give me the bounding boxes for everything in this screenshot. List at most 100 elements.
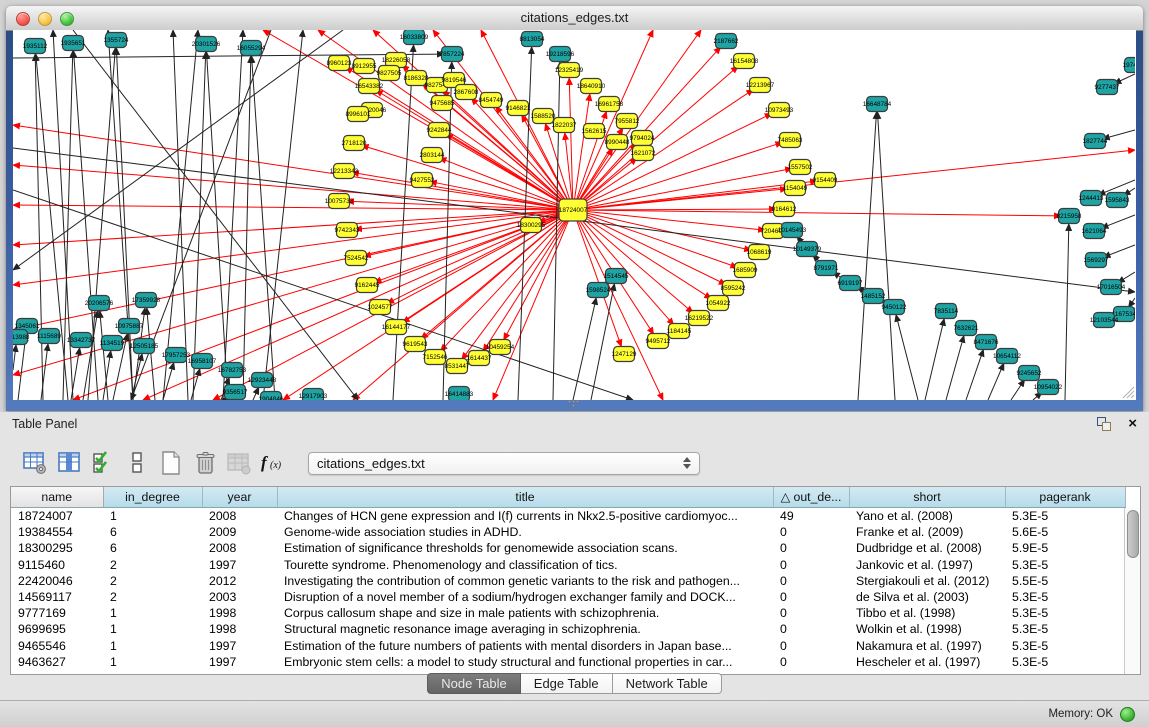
network-node[interactable]: 1485152 — [861, 289, 886, 304]
network-node[interactable]: 17016504 — [1097, 280, 1126, 295]
tab-network-table[interactable]: Network Table — [613, 673, 722, 694]
network-node[interactable]: 1068619 — [747, 245, 772, 260]
network-node[interactable]: 1974893 — [1123, 58, 1135, 73]
network-node[interactable]: 9356517 — [223, 385, 248, 400]
column-header-title[interactable]: title — [277, 487, 773, 508]
network-node[interactable]: 10973493 — [765, 103, 794, 118]
network-node[interactable]: 9277437 — [1095, 80, 1120, 95]
network-node[interactable]: 9742343 — [335, 223, 360, 238]
tab-edge-table[interactable]: Edge Table — [521, 673, 613, 694]
network-node[interactable]: 8996101 — [346, 107, 371, 122]
float-window-icon[interactable] — [1096, 416, 1114, 432]
network-node[interactable]: 1024577 — [368, 300, 393, 315]
network-node[interactable]: 10145493 — [778, 223, 807, 238]
network-node[interactable]: 1557502 — [788, 160, 813, 175]
table-row[interactable]: 1456911722003Disruption of a novel membe… — [11, 589, 1125, 605]
network-node[interactable]: 18640910 — [577, 79, 606, 94]
network-node[interactable]: 16154808 — [730, 54, 759, 69]
network-node[interactable]: 1614437 — [467, 351, 492, 366]
network-node[interactable]: 1054922 — [706, 296, 731, 311]
deselect-all-icon[interactable] — [122, 448, 152, 478]
network-node[interactable]: 2803144 — [420, 148, 445, 163]
scrollbar-thumb[interactable] — [1127, 510, 1139, 558]
function-builder-icon[interactable]: f(x) — [258, 448, 288, 478]
table-row[interactable]: 946554611997Estimation of the future num… — [11, 638, 1125, 654]
network-node[interactable]: 1935651 — [61, 36, 86, 51]
network-node[interactable]: 20301526 — [192, 37, 221, 52]
table-row[interactable]: 946362711997Embryonic stem cells: a mode… — [11, 654, 1125, 670]
network-node[interactable]: 17957253 — [162, 348, 191, 363]
network-node[interactable]: 2718120 — [342, 136, 367, 151]
table-row[interactable]: 1830029562008Estimation of significance … — [11, 540, 1125, 556]
network-node[interactable]: 1134519 — [100, 336, 125, 351]
network-node[interactable]: 10954022 — [1034, 380, 1063, 395]
network-node[interactable]: 17359928 — [132, 293, 161, 308]
column-header-short[interactable]: short — [849, 487, 1005, 508]
table-row[interactable]: 969969511998Structural magnetic resonanc… — [11, 621, 1125, 637]
network-canvas[interactable]: 1872400789601238912955182260589827505165… — [13, 30, 1135, 400]
network-node[interactable]: 8912955 — [352, 59, 377, 74]
table-column-settings-icon[interactable] — [20, 448, 50, 478]
network-node[interactable]: 19218596 — [546, 47, 575, 62]
network-node[interactable]: 1935112 — [23, 39, 48, 54]
delete-table-icon[interactable] — [190, 448, 220, 478]
network-node[interactable]: 9164612 — [772, 202, 797, 217]
table-row[interactable]: 911546021997Tourette syndrome. Phenomeno… — [11, 557, 1125, 573]
network-node[interactable]: 1184145 — [667, 324, 692, 339]
resize-grip-icon[interactable] — [1119, 383, 1135, 399]
network-node[interactable]: 1685909 — [733, 263, 758, 278]
network-node[interactable]: 12103544 — [1090, 313, 1119, 328]
split-divider-handle[interactable] — [566, 399, 580, 407]
network-node[interactable]: 1514545 — [604, 269, 629, 284]
network-node[interactable]: 8813054 — [520, 32, 545, 47]
network-node[interactable]: 10459254 — [486, 340, 515, 355]
network-node[interactable]: 12325419 — [555, 63, 584, 78]
network-node[interactable]: 9146821 — [506, 101, 531, 116]
network-node[interactable]: 2867608 — [454, 85, 479, 100]
network-node[interactable]: 7632621 — [954, 321, 979, 336]
network-node[interactable]: 1569297 — [1084, 253, 1109, 268]
network-node[interactable]: 1355724 — [104, 33, 129, 48]
column-header-name[interactable]: name — [11, 487, 103, 508]
network-node[interactable]: 9827505 — [377, 66, 402, 81]
network-node[interactable]: 7857224 — [440, 47, 465, 62]
network-node[interactable]: 7835114 — [934, 304, 959, 319]
column-header-year[interactable]: year — [202, 487, 277, 508]
column-header-pagerank[interactable]: pagerank — [1005, 487, 1125, 508]
network-node[interactable]: 18724007 — [559, 199, 588, 221]
network-node[interactable]: 12505185 — [130, 339, 159, 354]
network-node[interactable]: 9619543 — [403, 337, 428, 352]
network-node[interactable]: 12917903 — [299, 389, 328, 401]
column-header-in-degree[interactable]: in_degree — [103, 487, 202, 508]
network-node[interactable]: 16414883 — [445, 387, 474, 401]
network-node[interactable]: 1154049 — [783, 181, 808, 196]
column-header-out-de-[interactable]: △ out_de... — [773, 487, 849, 508]
table-scrollbar[interactable] — [1124, 508, 1140, 674]
network-node[interactable]: 1621064 — [1082, 224, 1107, 239]
network-node[interactable]: 8960123 — [327, 56, 352, 71]
network-window-titlebar[interactable]: citations_edges.txt — [6, 6, 1143, 31]
table-selector-dropdown[interactable]: citations_edges.txt — [308, 452, 700, 475]
network-node[interactable]: 9794024 — [630, 131, 655, 146]
network-node[interactable]: 9495712 — [646, 334, 671, 349]
table-row[interactable]: 1938455462009Genome-wide association stu… — [11, 524, 1125, 540]
network-node[interactable]: 9475685 — [430, 96, 455, 111]
delete-table-disabled-icon[interactable] — [224, 448, 254, 478]
memory-ok-indicator[interactable] — [1120, 707, 1135, 722]
network-node[interactable]: 16144177 — [382, 320, 411, 335]
select-all-icon[interactable] — [88, 448, 118, 478]
network-node[interactable]: 10149379 — [793, 242, 822, 257]
table-row[interactable]: 1872400712008Changes of HCN gene express… — [11, 508, 1125, 525]
close-panel-icon[interactable]: × — [1128, 416, 1137, 432]
network-node[interactable]: 8791971 — [814, 261, 839, 276]
network-node[interactable]: 8215958 — [1057, 209, 1082, 224]
network-node[interactable]: 16219522 — [685, 311, 714, 326]
network-node[interactable]: 9162445 — [355, 278, 380, 293]
tab-node-table[interactable]: Node Table — [427, 673, 521, 694]
network-node[interactable]: 9154409 — [813, 173, 838, 188]
network-node[interactable]: 16648784 — [863, 97, 892, 112]
network-node[interactable]: 8471676 — [974, 335, 999, 350]
network-node[interactable]: 20206576 — [85, 296, 114, 311]
network-node[interactable]: 10975887 — [115, 319, 144, 334]
network-node[interactable]: 9427552 — [410, 173, 435, 188]
